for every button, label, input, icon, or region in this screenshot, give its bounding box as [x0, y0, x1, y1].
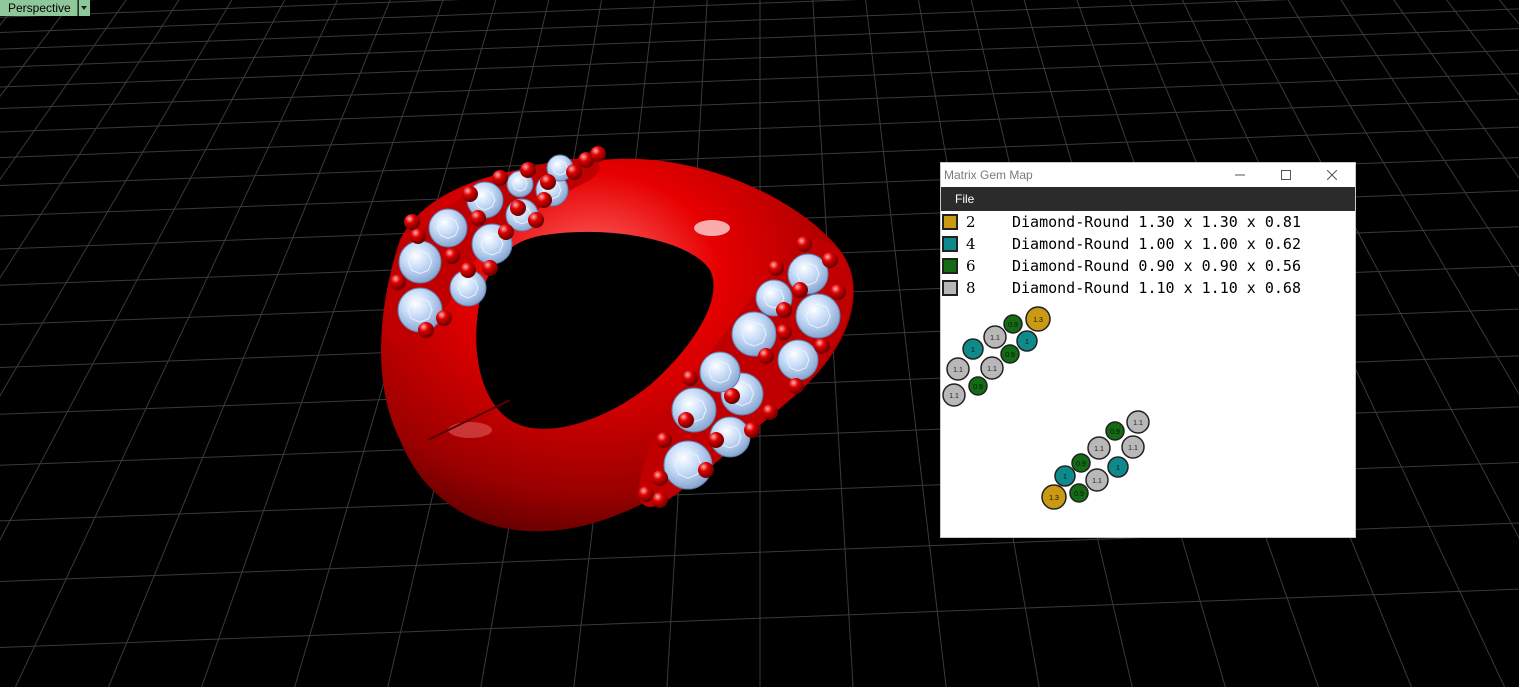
gem-prong: [444, 248, 460, 264]
gem-map-label: 0.9: [1076, 461, 1086, 468]
gem-map-stone: 0.9: [1071, 453, 1091, 473]
gem-map-label: 1.1: [1092, 478, 1102, 485]
gem-stone: [671, 387, 717, 433]
gem-prong: [678, 412, 694, 428]
gem-stone: [795, 293, 841, 339]
gem-prong: [540, 174, 556, 190]
gem-prong: [470, 210, 486, 226]
viewport-name[interactable]: Perspective: [0, 0, 78, 16]
gem-prong: [492, 170, 508, 186]
gem-map-stone: 1.1: [980, 356, 1004, 380]
gem-prong: [724, 388, 740, 404]
gem-map-stone: 1.1: [1087, 436, 1111, 460]
gem-map-label: 1.1: [987, 366, 997, 373]
gem-prong: [390, 274, 406, 290]
gem-prong: [566, 164, 582, 180]
gem-map-stone: 1.1: [942, 383, 966, 407]
dropdown-arrow-icon[interactable]: [77, 0, 90, 16]
gem-stone: [398, 240, 442, 284]
gem-map-stone: 0.9: [1003, 314, 1023, 334]
gem-map-label: 1: [1063, 474, 1067, 481]
gem-map-label: 1.1: [990, 335, 1000, 342]
gem-map-label: 0.9: [973, 384, 983, 391]
ring-model[interactable]: [381, 146, 854, 532]
gem-map-label: 1.1: [1094, 446, 1104, 453]
gem-stone: [699, 351, 741, 393]
band-highlight: [694, 220, 730, 236]
gem-prong: [404, 214, 420, 230]
gem-prong: [768, 260, 784, 276]
gem-map-stone: 1: [1107, 456, 1129, 478]
gem-prong: [744, 422, 760, 438]
gem-prong: [590, 146, 606, 162]
gem-map-label: 1.1: [953, 367, 963, 374]
gem-prong: [510, 200, 526, 216]
gem-prong: [498, 224, 514, 240]
gem-prong: [708, 432, 724, 448]
gem-prong: [762, 404, 778, 420]
gem-prong: [410, 228, 426, 244]
gem-map-label: 0.9: [1110, 429, 1120, 436]
gem-prong: [652, 470, 668, 486]
gem-prong: [536, 192, 552, 208]
gem-map-stone: 0.9: [1105, 421, 1125, 441]
gem-map-label: 1: [1116, 465, 1120, 472]
gem-map-label: 1: [971, 347, 975, 354]
gem-map-stone: 1.1: [1126, 410, 1150, 434]
gem-map: 1.3 0.9 1.1 1 0.9 1 1.1 1.1 0.9 1.1 1.1 0.9 1.1 1.1 0.…: [942, 306, 1150, 510]
gem-stone: [777, 339, 819, 381]
gem-prong: [436, 310, 452, 326]
gem-prong: [822, 252, 838, 268]
gem-prong: [776, 324, 792, 340]
gem-map-stone: 0.9: [968, 376, 988, 396]
gem-prong: [788, 378, 804, 394]
gem-prong: [520, 162, 536, 178]
gem-map-label: 1.1: [949, 393, 959, 400]
gem-prong: [698, 462, 714, 478]
gem-map-stone: 1.1: [946, 357, 970, 381]
gem-map-stone: 1: [1016, 330, 1038, 352]
gem-map-label: 0.9: [1008, 322, 1018, 329]
gem-map-stone: 1.1: [1085, 468, 1109, 492]
gem-map-label: 1.3: [1033, 317, 1043, 324]
gem-prong: [830, 284, 846, 300]
gem-map-label: 1.3: [1049, 495, 1059, 502]
viewport-tab[interactable]: Perspective: [0, 0, 90, 16]
gem-prong: [528, 212, 544, 228]
gem-prong: [460, 262, 476, 278]
gem-prong: [682, 370, 698, 386]
gem-prong: [792, 282, 808, 298]
gem-map-stone: 0.9: [1000, 344, 1020, 364]
gem-prong: [482, 260, 498, 276]
band-highlight-lower: [448, 422, 492, 438]
gem-map-label: 1: [1025, 339, 1029, 346]
gem-prong: [776, 302, 792, 318]
gem-prong: [758, 348, 774, 364]
gem-prong: [418, 322, 434, 338]
gem-prong: [462, 186, 478, 202]
gem-map-stone: 1: [1054, 465, 1076, 487]
gem-map-label: 0.9: [1074, 491, 1084, 498]
gem-map-stone: 1.3: [1041, 484, 1067, 510]
gem-map-label: 1.1: [1128, 445, 1138, 452]
gem-map-stone: 1.1: [1121, 435, 1145, 459]
gem-map-window[interactable]: Matrix Gem Map File 2 Diamond-Round 1.30…: [940, 162, 1356, 538]
gem-map-label: 1.1: [1133, 420, 1143, 427]
gem-prong: [652, 492, 668, 508]
gem-map-stone: 0.9: [1069, 483, 1089, 503]
gem-stone: [428, 208, 468, 248]
gem-map-stone: 1: [962, 338, 984, 360]
gem-prong: [796, 236, 812, 252]
gem-map-label: 0.9: [1005, 352, 1015, 359]
gem-prong: [656, 432, 672, 448]
gem-prong: [814, 338, 830, 354]
gem-map-stone: 1.3: [1025, 306, 1051, 332]
gem-prong: [638, 486, 654, 502]
gem-map-stone: 1.1: [983, 325, 1007, 349]
